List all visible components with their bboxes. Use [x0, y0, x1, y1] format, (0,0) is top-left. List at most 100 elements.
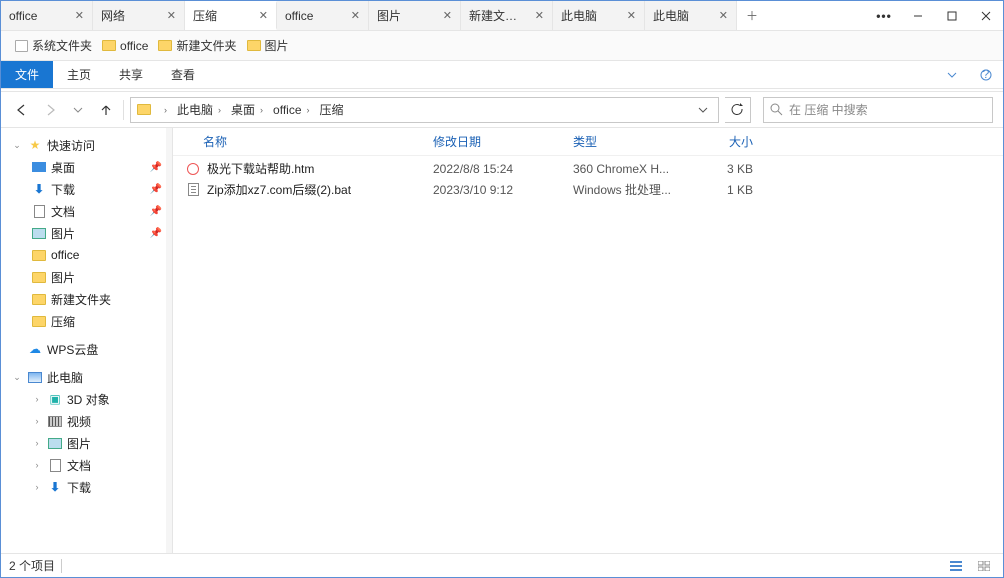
- tab-active[interactable]: 压缩✕: [185, 1, 277, 30]
- ribbon-tab-file[interactable]: 文件: [1, 61, 53, 88]
- breadcrumb-item[interactable]: 桌面›: [227, 101, 269, 118]
- close-icon[interactable]: ✕: [625, 9, 638, 22]
- column-headers[interactable]: 名称 修改日期 类型 大小: [173, 128, 1003, 156]
- tab[interactable]: 新建文件夹✕: [461, 1, 553, 30]
- forward-button[interactable]: [39, 99, 61, 121]
- tab[interactable]: 此电脑✕: [553, 1, 645, 30]
- tree-quick-access[interactable]: ⌄★快速访问: [1, 134, 172, 156]
- status-count: 2 个项目: [9, 557, 55, 574]
- cloud-icon: ☁: [27, 342, 43, 356]
- bookmark-item[interactable]: office: [102, 39, 148, 53]
- minimize-button[interactable]: [901, 1, 935, 30]
- tree-item-downloads[interactable]: ›⬇下载: [1, 476, 172, 498]
- video-icon: [48, 416, 62, 427]
- folder-icon: [32, 272, 46, 283]
- breadcrumb-item[interactable]: 此电脑›: [173, 101, 227, 118]
- tree-this-pc[interactable]: ⌄此电脑: [1, 366, 172, 388]
- file-list[interactable]: 极光下载站帮助.htm 2022/8/8 15:24 360 ChromeX H…: [173, 156, 1003, 553]
- tab[interactable]: office✕: [277, 1, 369, 30]
- maximize-button[interactable]: [935, 1, 969, 30]
- view-icons-button[interactable]: [973, 557, 995, 575]
- tree-item-desktop[interactable]: 桌面📌: [1, 156, 172, 178]
- download-icon: ⬇: [31, 182, 47, 196]
- back-button[interactable]: [11, 99, 33, 121]
- tree-item-downloads[interactable]: ⬇下载📌: [1, 178, 172, 200]
- breadcrumb-item[interactable]: office›: [269, 103, 315, 117]
- folder-icon: [32, 294, 46, 305]
- path-dropdown[interactable]: [698, 105, 716, 115]
- close-icon[interactable]: ✕: [533, 9, 546, 22]
- star-icon: ★: [27, 138, 43, 152]
- file-row[interactable]: Zip添加xz7.com后缀(2).bat 2023/3/10 9:12 Win…: [173, 179, 1003, 200]
- close-icon[interactable]: ✕: [257, 9, 270, 22]
- col-type[interactable]: 类型: [573, 133, 693, 150]
- close-icon[interactable]: ✕: [717, 9, 730, 22]
- tree-item-3d[interactable]: ›▣3D 对象: [1, 388, 172, 410]
- close-window-button[interactable]: [969, 1, 1003, 30]
- tab[interactable]: 图片✕: [369, 1, 461, 30]
- close-icon[interactable]: ✕: [73, 9, 86, 22]
- folder-icon: [158, 40, 172, 51]
- svg-text:?: ?: [983, 69, 990, 81]
- tree-item-folder[interactable]: 新建文件夹: [1, 288, 172, 310]
- col-name[interactable]: 名称: [183, 133, 433, 150]
- breadcrumb[interactable]: › 此电脑› 桌面› office› 压缩: [130, 97, 719, 123]
- bookmark-item[interactable]: 系统文件夹: [15, 37, 92, 54]
- tree-item-documents[interactable]: ›文档: [1, 454, 172, 476]
- document-icon: [34, 205, 45, 218]
- tree-item-folder[interactable]: 图片: [1, 266, 172, 288]
- file-row[interactable]: 极光下载站帮助.htm 2022/8/8 15:24 360 ChromeX H…: [173, 158, 1003, 179]
- close-icon[interactable]: ✕: [349, 9, 362, 22]
- recent-button[interactable]: [67, 99, 89, 121]
- search-icon: [770, 103, 783, 116]
- breadcrumb-chevron[interactable]: ›: [155, 105, 173, 115]
- picture-icon: [32, 228, 46, 239]
- picture-icon: [48, 438, 62, 449]
- close-icon[interactable]: ✕: [165, 9, 178, 22]
- refresh-button[interactable]: [725, 97, 751, 123]
- ribbon-tab-share[interactable]: 共享: [105, 61, 157, 88]
- tree-wps-cloud[interactable]: ☁WPS云盘: [1, 338, 172, 360]
- ribbon-tab-home[interactable]: 主页: [53, 61, 105, 88]
- pin-icon: 📌: [150, 206, 162, 217]
- tree-item-folder[interactable]: 压缩: [1, 310, 172, 332]
- html-file-icon: [187, 163, 199, 175]
- tree-item-pictures[interactable]: 图片📌: [1, 222, 172, 244]
- cube-icon: ▣: [47, 392, 63, 406]
- folder-icon: [32, 316, 46, 327]
- more-button[interactable]: •••: [867, 1, 901, 30]
- tab[interactable]: office✕: [1, 1, 93, 30]
- bookmark-item[interactable]: 图片: [247, 37, 289, 54]
- folder-icon: [102, 40, 116, 51]
- col-date[interactable]: 修改日期: [433, 133, 573, 150]
- ribbon-expand-button[interactable]: [935, 61, 969, 88]
- close-icon[interactable]: ✕: [441, 9, 454, 22]
- up-button[interactable]: [95, 99, 117, 121]
- tree-item-videos[interactable]: ›视频: [1, 410, 172, 432]
- tab[interactable]: 此电脑✕: [645, 1, 737, 30]
- tree-item-pictures[interactable]: ›图片: [1, 432, 172, 454]
- tree-item-documents[interactable]: 文档📌: [1, 200, 172, 222]
- file-pane: 名称 修改日期 类型 大小 极光下载站帮助.htm 2022/8/8 15:24…: [173, 128, 1003, 553]
- window-tabbar: office✕ 网络✕ 压缩✕ office✕ 图片✕ 新建文件夹✕ 此电脑✕ …: [1, 1, 1003, 31]
- folder-icon: [15, 40, 28, 52]
- bat-file-icon: [188, 183, 199, 196]
- ribbon: 文件 主页 共享 查看 ?: [1, 61, 1003, 89]
- add-tab-button[interactable]: ＋: [737, 1, 767, 30]
- bookmark-item[interactable]: 新建文件夹: [158, 37, 236, 54]
- pin-icon: 📌: [150, 184, 162, 195]
- help-button[interactable]: ?: [969, 61, 1003, 88]
- status-bar: 2 个项目: [1, 553, 1003, 577]
- download-icon: ⬇: [47, 480, 63, 494]
- tree-item-folder[interactable]: office: [1, 244, 172, 266]
- pin-icon: 📌: [150, 228, 162, 239]
- breadcrumb-item[interactable]: 压缩: [316, 101, 348, 118]
- sidebar: ⌄★快速访问 桌面📌 ⬇下载📌 文档📌 图片📌 office 图片 新建文件夹 …: [1, 128, 173, 553]
- ribbon-tab-view[interactable]: 查看: [157, 61, 209, 88]
- folder-icon: [247, 40, 261, 51]
- desktop-icon: [32, 162, 46, 172]
- search-input[interactable]: 在 压缩 中搜索: [763, 97, 993, 123]
- tab[interactable]: 网络✕: [93, 1, 185, 30]
- col-size[interactable]: 大小: [693, 133, 773, 150]
- view-details-button[interactable]: [945, 557, 967, 575]
